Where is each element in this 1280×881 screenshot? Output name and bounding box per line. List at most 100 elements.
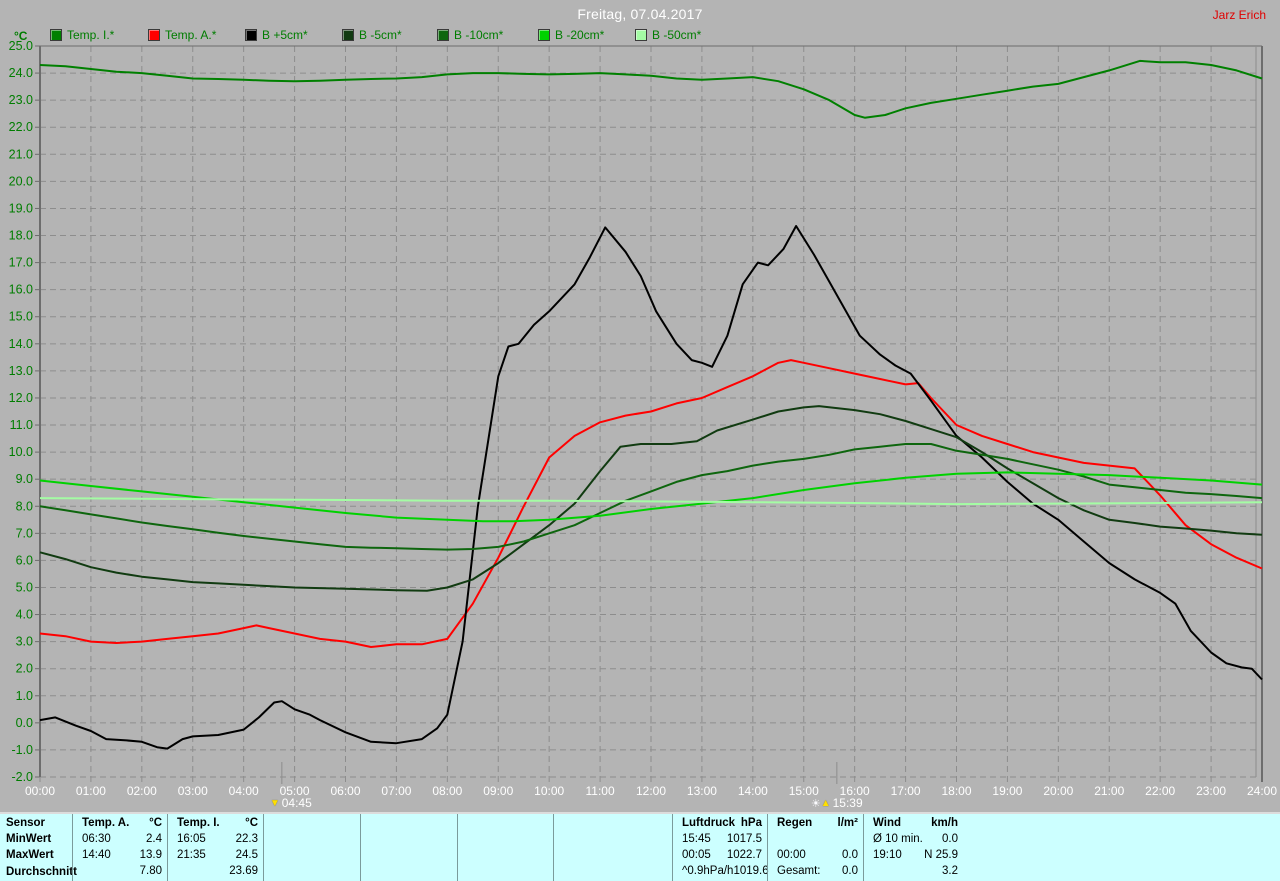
marker-time-label: 15:39 <box>832 796 863 810</box>
x-tick-label: 13:00 <box>687 784 717 798</box>
y-tick-label: 13.0 <box>9 364 33 378</box>
x-tick-label: 08:00 <box>432 784 462 798</box>
x-tick-label: 23:00 <box>1196 784 1226 798</box>
y-tick-label: 11.0 <box>10 418 33 432</box>
table-group-header <box>458 815 553 831</box>
table-group-empty <box>360 814 457 881</box>
x-tick-label: 18:00 <box>941 784 971 798</box>
y-tick-label: 1.0 <box>16 689 33 703</box>
cell-value: 24.5 <box>235 849 258 861</box>
cell-value: 13.9 <box>139 849 162 861</box>
cell-time: 14:40 <box>82 849 111 861</box>
table-group-header <box>554 815 672 831</box>
group-unit: km/h <box>931 817 958 829</box>
x-tick-label: 24:00 <box>1247 784 1277 798</box>
time-marker-0445: ▼ 04:45 <box>270 796 312 810</box>
x-tick-label: 09:00 <box>483 784 513 798</box>
sun-icon: ☀ <box>810 797 821 810</box>
y-tick-label: 8.0 <box>16 499 33 513</box>
y-tick-label: 21.0 <box>9 147 33 161</box>
table-group-temp-a-: Temp. A. °C 06:30 2.4 14:40 13.9 7.80 <box>72 814 167 881</box>
y-tick-label: 9.0 <box>16 472 33 486</box>
marker-time-label: 04:45 <box>281 796 312 810</box>
cell-time: Gesamt: <box>777 865 821 877</box>
cell-value: 7.80 <box>139 865 162 877</box>
table-group-header: Regen l/m² <box>768 815 863 831</box>
x-tick-label: 02:00 <box>127 784 157 798</box>
cell-value: 1019.6 <box>733 865 769 877</box>
cell-value: N 25.9 <box>924 849 958 861</box>
y-tick-label: 24.0 <box>9 66 33 80</box>
cell-value: 2.4 <box>146 833 162 845</box>
group-name: Wind <box>873 817 901 829</box>
y-tick-label: 20.0 <box>9 174 33 188</box>
table-row: 23.69 <box>168 863 263 879</box>
table-group-empty <box>263 814 360 881</box>
group-unit: hPa <box>740 817 762 829</box>
y-tick-label: -2.0 <box>11 770 33 784</box>
y-tick-label: 5.0 <box>16 580 33 594</box>
table-row <box>554 863 672 879</box>
summary-table: Sensor MinWert MaxWert Durchschnitt Temp. A.… <box>0 812 1280 881</box>
arrow-up-icon: ▲ <box>820 797 831 809</box>
x-tick-label: 22:00 <box>1145 784 1175 798</box>
table-row: 15:45 1017.5 <box>673 831 767 847</box>
x-tick-label: 10:00 <box>534 784 564 798</box>
x-tick-label: 14:00 <box>738 784 768 798</box>
x-tick-label: 20:00 <box>1043 784 1073 798</box>
cell-time: ^0.9hPa/h <box>682 865 734 877</box>
table-row-label: MinWert <box>6 833 52 845</box>
group-name: Temp. A. <box>82 817 130 829</box>
table-row <box>458 863 553 879</box>
table-row-label: Sensor <box>6 817 45 829</box>
weather-app-window: { "header": { "title": "Freitag, 07.04.2… <box>0 0 1280 881</box>
temperature-chart: 25.0 24.0 23.0 22.0 21.0 20.0 19.0 18.0 17.0 16.0… <box>9 39 1278 798</box>
table-group-header <box>361 815 457 831</box>
x-tick-label: 06:00 <box>330 784 360 798</box>
table-group-header: Temp. I. °C <box>168 815 263 831</box>
x-tick-label: 01:00 <box>76 784 106 798</box>
cell-value: 23.69 <box>229 865 258 877</box>
table-row: 21:35 24.5 <box>168 847 263 863</box>
table-group-regen: Regen l/m² 00:00 0.0 Gesamt: 0.0 <box>767 814 863 881</box>
table-group-header: Temp. A. °C <box>73 815 167 831</box>
table-group-wind: Wind km/h Ø 10 min. 0.0 19:10 N 25.9 3.2 <box>863 814 963 881</box>
cell-time: 15:45 <box>682 833 711 845</box>
cell-time: 00:05 <box>682 849 711 861</box>
cell-time: 21:35 <box>177 849 206 861</box>
cell-value: 0.0 <box>942 833 958 845</box>
x-tick-label: 00:00 <box>25 784 55 798</box>
table-group-luftdruck: Luftdruck hPa 15:45 1017.5 00:05 1022.7 ^0.9hP… <box>672 814 769 881</box>
table-row <box>361 831 457 847</box>
table-group-header: Wind km/h <box>864 815 963 831</box>
y-tick-label: 23.0 <box>9 93 33 107</box>
x-tick-label: 11:00 <box>586 784 615 798</box>
table-row: 06:30 2.4 <box>73 831 167 847</box>
x-tick-label: 21:00 <box>1094 784 1124 798</box>
cell-time: 19:10 <box>873 849 902 861</box>
table-row <box>361 847 457 863</box>
y-tick-label: 2.0 <box>16 662 33 676</box>
table-group-header <box>264 815 360 831</box>
table-group-empty <box>457 814 553 881</box>
table-row: 00:00 0.0 <box>768 847 863 863</box>
group-name: Regen <box>777 817 813 829</box>
group-name: Temp. I. <box>177 817 220 829</box>
cell-time: 16:05 <box>177 833 206 845</box>
table-group-temp-i-: Temp. I. °C 16:05 22.3 21:35 24.5 23.69 <box>167 814 263 881</box>
y-tick-label: 15.0 <box>9 310 33 324</box>
table-row <box>264 863 360 879</box>
cell-value: 0.0 <box>842 865 858 877</box>
table-row: Gesamt: 0.0 <box>768 863 863 879</box>
y-tick-label: 14.0 <box>9 337 33 351</box>
table-row <box>264 847 360 863</box>
cell-value: 22.3 <box>235 833 258 845</box>
x-tick-label: 12:00 <box>636 784 666 798</box>
table-row: 3.2 <box>864 863 963 879</box>
cell-value: 3.2 <box>942 865 958 877</box>
table-row: 19:10 N 25.9 <box>864 847 963 863</box>
arrow-down-icon: ▼ <box>269 797 280 809</box>
cell-time: Ø 10 min. <box>873 833 923 845</box>
y-tick-label: 17.0 <box>9 256 33 270</box>
y-tick-label: 6.0 <box>16 553 33 567</box>
